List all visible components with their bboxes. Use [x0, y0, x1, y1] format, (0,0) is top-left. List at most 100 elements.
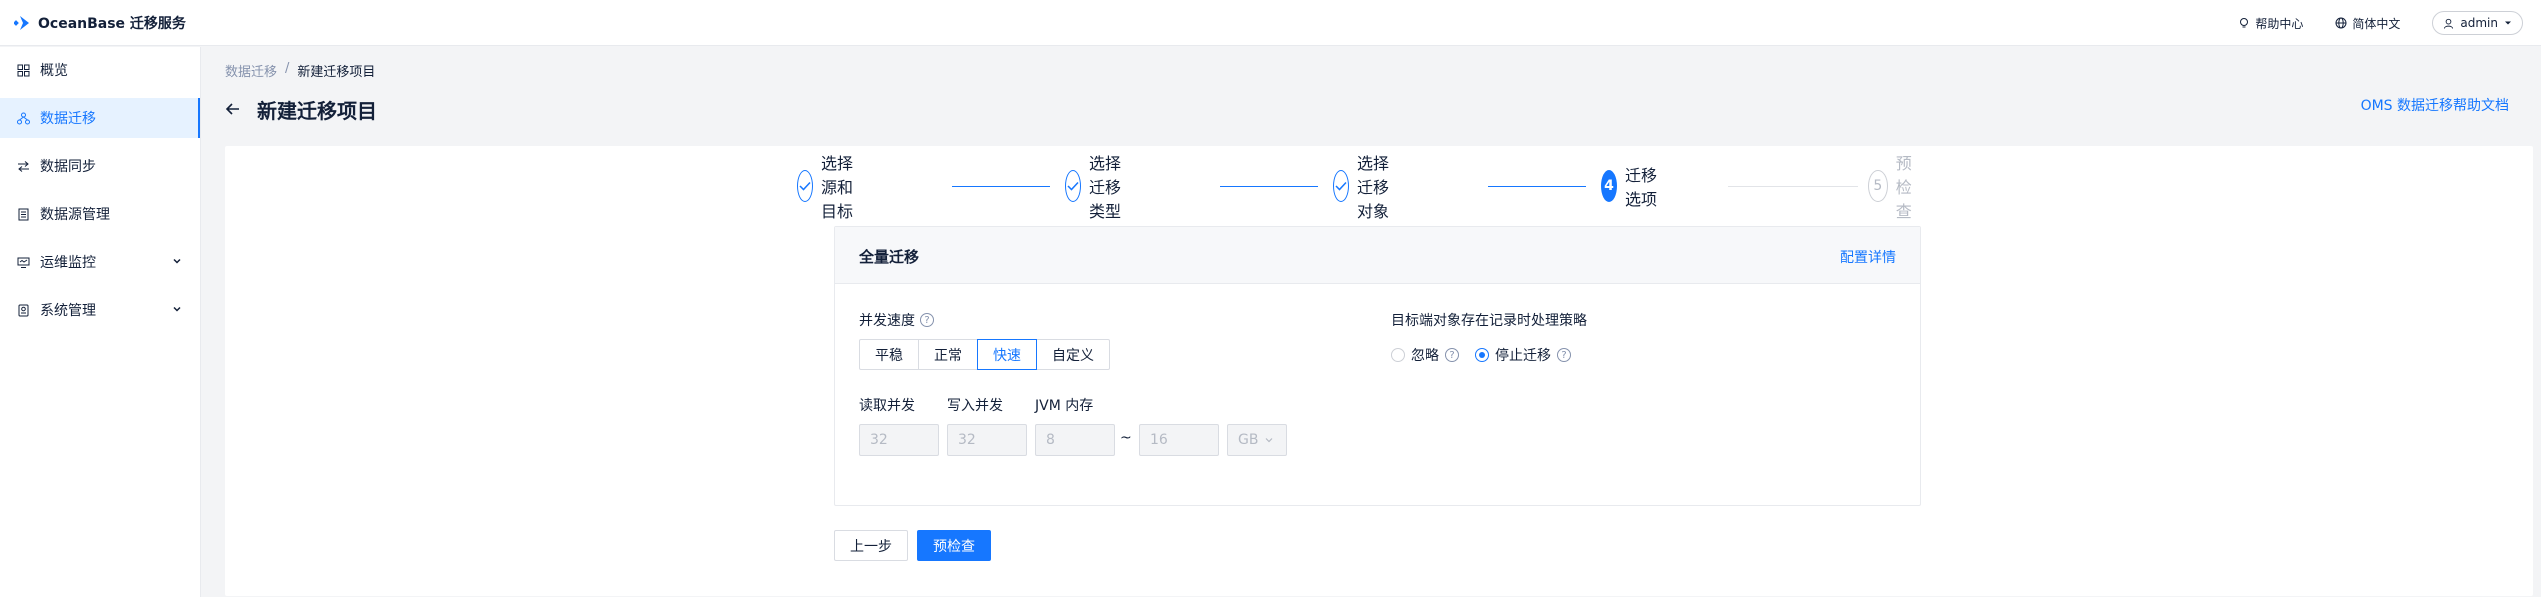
step-done-circle — [797, 170, 813, 202]
step-migration-options: 4 迁移选项 — [1601, 166, 1657, 209]
sidebar-item-label: 数据迁移 — [40, 111, 96, 127]
language-switch[interactable]: 简体中文 — [2335, 15, 2400, 32]
sidebar-item-label: 概览 — [40, 63, 68, 79]
full-migration-panel: 全量迁移 配置详情 并发速度 ? 平稳 正常 快速 自定义 目标端对象存在记录时… — [834, 226, 1921, 506]
step-connector — [1728, 186, 1858, 187]
jvm-unit-select[interactable]: GB — [1227, 424, 1287, 456]
monitor-icon — [17, 257, 30, 268]
sidebar-item-data-sync[interactable]: 数据同步 — [0, 146, 200, 186]
sidebar-item-data-migration[interactable]: 数据迁移 — [0, 98, 200, 138]
panel-title: 全量迁移 — [859, 248, 920, 266]
page-header: 新建迁移项目 — [225, 96, 377, 123]
speed-label: 并发速度 ? — [859, 310, 934, 330]
username: admin — [2460, 16, 2498, 30]
strategy-label: 目标端对象存在记录时处理策略 — [1391, 313, 1587, 329]
unit-value: GB — [1238, 432, 1259, 448]
step-precheck: 5 预检查 — [1868, 154, 1924, 221]
step-select-migration-type: 选择迁移类型 — [1065, 154, 1121, 221]
page-title: 新建迁移项目 — [257, 98, 377, 123]
config-details-link[interactable]: 配置详情 — [1840, 247, 1896, 267]
sync-icon — [18, 160, 29, 172]
speed-option-normal[interactable]: 正常 — [918, 339, 978, 370]
lightbulb-icon — [2240, 18, 2249, 28]
step-label: 迁移选项 — [1625, 166, 1658, 209]
strategy-ignore-radio[interactable]: 忽略 ? — [1391, 345, 1459, 365]
migration-icon — [17, 112, 30, 124]
breadcrumb: 数据迁移 / 新建迁移项目 — [225, 61, 375, 80]
check-icon — [1067, 181, 1079, 191]
chevron-down-icon — [173, 258, 181, 264]
sidebar-item-label: 运维监控 — [40, 255, 96, 271]
speed-segmented: 平稳 正常 快速 自定义 — [859, 339, 1110, 370]
breadcrumb-separator: / — [285, 61, 290, 76]
sidebar-item-datasource[interactable]: 数据源管理 — [0, 194, 200, 234]
datasource-icon — [18, 208, 29, 220]
step-connector — [952, 186, 1050, 187]
breadcrumb-current: 新建迁移项目 — [297, 65, 376, 80]
speed-option-stable[interactable]: 平稳 — [859, 339, 919, 370]
read-concurrency-input[interactable]: 32 — [859, 424, 939, 456]
chevron-down-icon — [1266, 438, 1273, 443]
top-header: OceanBase 迁移服务 帮助中心 简体中文 admin — [0, 0, 2541, 46]
speed-option-custom[interactable]: 自定义 — [1036, 339, 1110, 370]
step-select-source-target: 选择源和目标 — [797, 154, 853, 221]
step-done-circle — [1333, 170, 1349, 202]
read-concurrency-label: 读取并发 — [859, 398, 915, 414]
sidebar: 概览 数据迁移 数据同步 数据源管理 运维监控 系统管理 — [0, 47, 201, 597]
logo-icon — [14, 16, 29, 30]
check-icon — [1335, 181, 1347, 191]
sidebar-item-label: 数据源管理 — [40, 207, 110, 223]
jvm-max-input[interactable]: 16 — [1139, 424, 1219, 456]
sidebar-item-ops-monitor[interactable]: 运维监控 — [0, 242, 200, 282]
panel-header: 全量迁移 配置详情 — [835, 227, 1920, 284]
jvm-memory-label: JVM 内存 — [1035, 398, 1094, 414]
step-label: 选择迁移类型 — [1089, 154, 1122, 221]
question-icon[interactable]: ? — [1445, 348, 1459, 362]
write-concurrency-label: 写入并发 — [947, 398, 1003, 414]
footer-actions: 上一步 预检查 — [834, 530, 991, 561]
grid-icon — [17, 64, 30, 76]
question-icon[interactable]: ? — [920, 313, 934, 327]
precheck-button[interactable]: 预检查 — [917, 530, 991, 561]
step-wait-circle: 5 — [1868, 170, 1888, 202]
globe-icon — [2335, 17, 2347, 29]
write-concurrency-input[interactable]: 32 — [947, 424, 1027, 456]
language-label: 简体中文 — [2352, 16, 2401, 31]
sidebar-item-overview[interactable]: 概览 — [0, 50, 200, 90]
user-menu[interactable]: admin — [2432, 11, 2523, 35]
radio-label: 停止迁移 — [1495, 348, 1551, 364]
step-current-circle: 4 — [1601, 170, 1617, 202]
step-select-migration-objects: 选择迁移对象 — [1333, 154, 1389, 221]
user-icon — [2444, 18, 2454, 29]
step-label: 选择源和目标 — [821, 154, 854, 221]
brand-name: OceanBase 迁移服务 — [38, 16, 186, 32]
step-label: 选择迁移对象 — [1357, 154, 1390, 221]
strategy-stop-radio[interactable]: 停止迁移 ? — [1475, 345, 1571, 365]
back-arrow-icon[interactable] — [225, 101, 241, 117]
step-label: 预检查 — [1895, 154, 1912, 221]
radio-circle — [1475, 348, 1489, 362]
question-icon[interactable]: ? — [1557, 348, 1571, 362]
speed-option-fast[interactable]: 快速 — [977, 339, 1037, 370]
brand-logo[interactable]: OceanBase 迁移服务 — [14, 13, 186, 33]
system-icon — [18, 304, 29, 316]
chevron-down-icon — [173, 306, 181, 312]
step-connector — [1488, 186, 1586, 187]
breadcrumb-parent[interactable]: 数据迁移 — [225, 61, 277, 80]
check-icon — [799, 181, 811, 191]
help-center-label: 帮助中心 — [2255, 16, 2304, 31]
step-done-circle — [1065, 170, 1081, 202]
help-center-link[interactable]: 帮助中心 — [2238, 15, 2303, 32]
help-doc-link[interactable]: OMS 数据迁移帮助文档 — [2361, 95, 2509, 115]
radio-circle — [1391, 348, 1405, 362]
strategy-radio-group: 忽略 ? 停止迁移 ? — [1391, 345, 1571, 365]
range-separator: ~ — [1120, 430, 1132, 446]
sidebar-item-label: 系统管理 — [40, 303, 96, 319]
sidebar-item-system[interactable]: 系统管理 — [0, 290, 200, 330]
jvm-min-input[interactable]: 8 — [1035, 424, 1115, 456]
sidebar-item-label: 数据同步 — [40, 159, 96, 175]
prev-step-button[interactable]: 上一步 — [834, 530, 908, 561]
caret-down-icon — [2505, 21, 2511, 25]
radio-label: 忽略 — [1411, 348, 1439, 364]
step-connector — [1220, 186, 1318, 187]
